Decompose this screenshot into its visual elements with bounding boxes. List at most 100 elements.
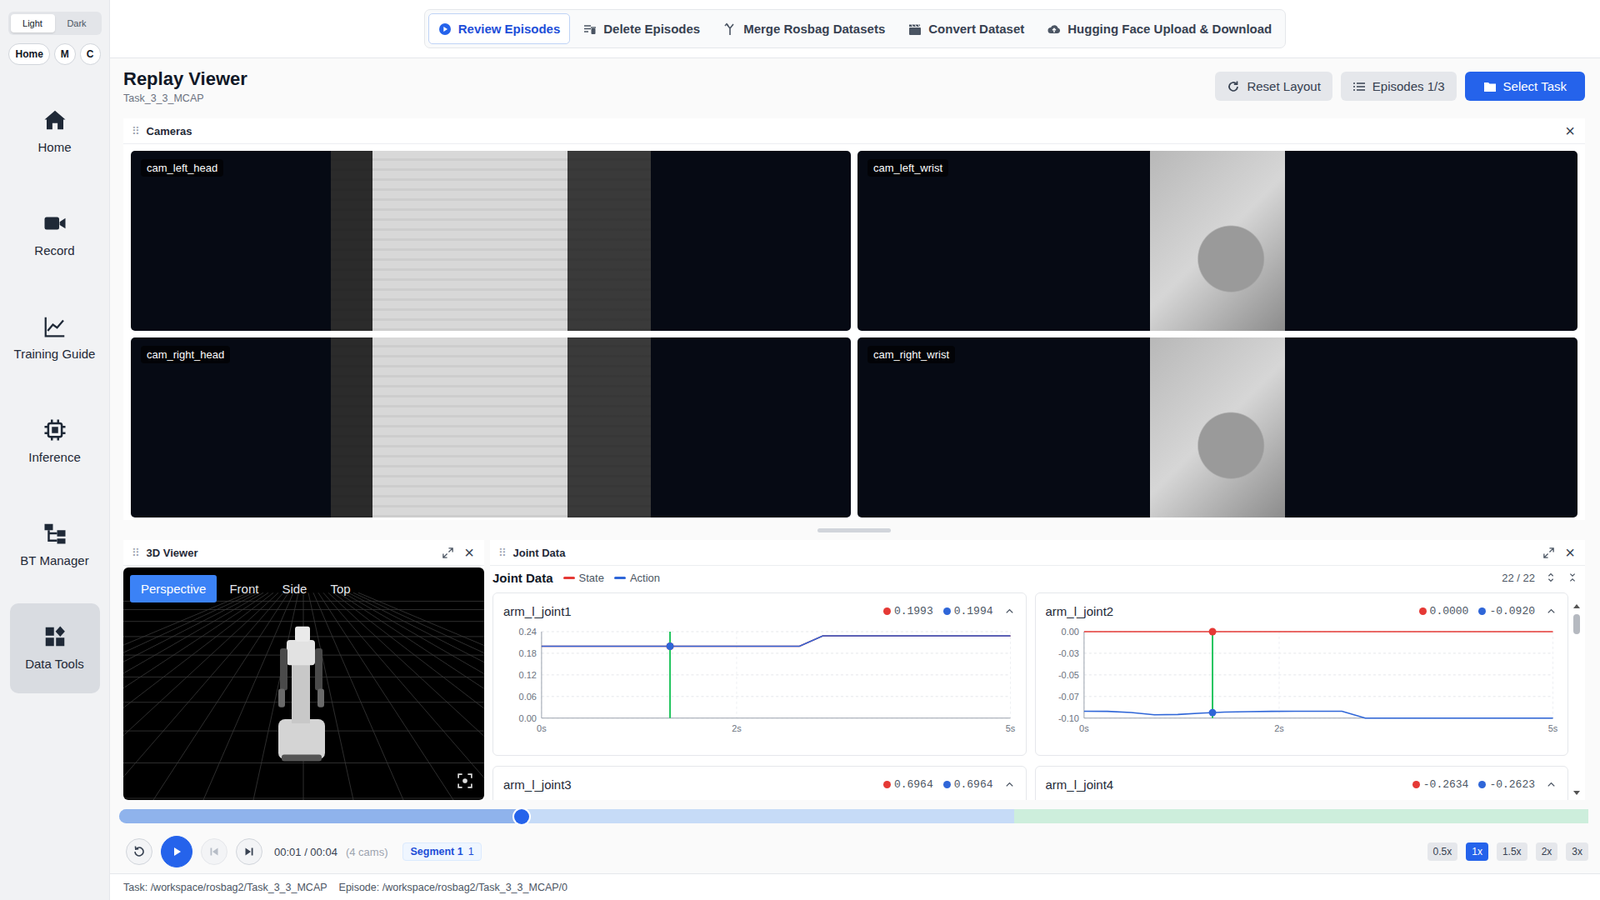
- speed-button[interactable]: 3x: [1565, 842, 1589, 861]
- page-subtitle: Task_3_3_MCAP: [123, 92, 248, 105]
- fit-view-icon[interactable]: [457, 773, 473, 789]
- page-title: Replay Viewer: [123, 68, 248, 90]
- playback-button[interactable]: [200, 838, 228, 865]
- 3d-scene[interactable]: PerspectiveFrontSideTop: [123, 567, 485, 800]
- drag-handle-icon[interactable]: ⠿: [498, 546, 507, 560]
- speed-button[interactable]: 2x: [1535, 842, 1559, 861]
- theme-option[interactable]: Dark: [55, 14, 100, 33]
- speed-button[interactable]: 1x: [1465, 842, 1489, 861]
- svg-text:0.00: 0.00: [1060, 626, 1079, 637]
- joint-chart-list: arm_l_joint1 0.1993 0.1994 0.240.180.120…: [490, 589, 1585, 800]
- sidebar: LightDark HomeMC Home Record Training Gu…: [0, 0, 110, 900]
- resize-handle[interactable]: [123, 520, 1585, 540]
- tab[interactable]: Convert Dataset: [898, 13, 1035, 45]
- chevron-up-icon[interactable]: [1545, 605, 1558, 618]
- tree-icon: [42, 520, 68, 546]
- timeline-thumb[interactable]: [514, 809, 530, 825]
- playback-button[interactable]: [125, 838, 153, 865]
- svg-text:5s: 5s: [1547, 723, 1558, 734]
- timeline-progress: [119, 809, 522, 824]
- sidebar-nav: Home Record Training Guide Inference BT …: [10, 86, 100, 694]
- playback-button[interactable]: [160, 835, 193, 868]
- sidebar-item[interactable]: Training Guide: [10, 293, 100, 384]
- tab[interactable]: Merge Rosbag Datasets: [713, 13, 895, 45]
- svg-text:-0.07: -0.07: [1057, 691, 1079, 702]
- robot-model: [278, 626, 325, 762]
- chevron-up-icon[interactable]: [1003, 605, 1016, 618]
- camera-feed: cam_right_head: [130, 337, 851, 518]
- svg-text:-0.05: -0.05: [1057, 670, 1079, 680]
- quick-button[interactable]: M: [54, 43, 76, 65]
- page-header: Replay Viewer Task_3_3_MCAP Reset Layout…: [123, 58, 1585, 119]
- speed-button[interactable]: 0.5x: [1427, 842, 1459, 861]
- svg-text:-0.10: -0.10: [1057, 713, 1079, 724]
- close-button[interactable]: ×: [1561, 122, 1579, 140]
- data-tools-icon: [42, 624, 68, 650]
- content: Replay Viewer Task_3_3_MCAP Reset Layout…: [110, 58, 1600, 800]
- speed-button[interactable]: 1.5x: [1496, 842, 1528, 861]
- view-tab[interactable]: Front: [218, 575, 270, 603]
- joint-chart-header[interactable]: arm_l_joint1 0.1993 0.1994: [493, 593, 1026, 625]
- camera-label: cam_right_wrist: [867, 345, 955, 364]
- joint-data-panel: ⠿ Joint Data × Joint Data StateAction 22…: [490, 540, 1585, 800]
- expand-icon[interactable]: [441, 546, 455, 560]
- view-tab[interactable]: Perspective: [130, 575, 217, 603]
- joint-count: 22 / 22: [1501, 571, 1535, 585]
- sidebar-item[interactable]: Inference: [10, 396, 100, 487]
- drag-handle-icon[interactable]: ⠿: [131, 125, 140, 138]
- timeline[interactable]: [119, 809, 1589, 824]
- joint-chart-header[interactable]: arm_l_joint4 -0.2634 -0.2623: [1035, 766, 1569, 799]
- status-text: Task: /workspace/rosbag2/Task_3_3_MCAP: [123, 881, 328, 894]
- playback-time: 00:01 / 00:04: [274, 845, 338, 859]
- svg-text:0s: 0s: [536, 723, 547, 734]
- tab-group: Review Episodes Delete Episodes Merge Ro…: [424, 9, 1287, 49]
- legend-item: Action: [614, 571, 660, 585]
- camera-feed: cam_left_head: [130, 150, 851, 331]
- view-tabs: PerspectiveFrontSideTop: [123, 567, 485, 610]
- joint-data-toolbar: Joint Data StateAction 22 / 22: [490, 565, 1585, 590]
- expand-icon[interactable]: [1542, 546, 1555, 560]
- quick-buttons: HomeMC: [8, 43, 100, 65]
- sidebar-item[interactable]: Home: [10, 86, 100, 177]
- theme-toggle: LightDark: [8, 11, 102, 35]
- cameras-panel: ⠿ Cameras × cam_left_head cam_left_wrist…: [123, 118, 1585, 520]
- joint-chart-header[interactable]: arm_l_joint2 0.0000 -0.0920: [1035, 593, 1569, 625]
- quick-button[interactable]: Home: [8, 43, 50, 65]
- tab[interactable]: Hugging Face Upload & Download: [1037, 13, 1282, 45]
- theme-option[interactable]: Light: [10, 14, 55, 33]
- tab[interactable]: Review Episodes: [428, 13, 571, 45]
- svg-text:2s: 2s: [731, 723, 742, 734]
- view-tab[interactable]: Side: [270, 575, 318, 603]
- sidebar-item[interactable]: BT Manager: [10, 500, 100, 590]
- close-button[interactable]: ×: [460, 544, 478, 561]
- collapse-all-icon[interactable]: [1566, 571, 1579, 584]
- header-button[interactable]: Select Task: [1465, 71, 1585, 101]
- header-button[interactable]: Reset Layout: [1215, 71, 1332, 101]
- joint-chart-header[interactable]: arm_l_joint3 0.6964 0.6964: [493, 766, 1026, 799]
- state-reading: 0.1993: [883, 605, 934, 618]
- close-button[interactable]: ×: [1561, 544, 1579, 561]
- panel-header: ⠿ 3D Viewer ×: [123, 540, 485, 566]
- scrollbar[interactable]: [1571, 592, 1582, 800]
- sidebar-item[interactable]: Record: [10, 190, 100, 280]
- chevron-up-icon[interactable]: [1545, 778, 1558, 791]
- sidebar-item[interactable]: Data Tools: [10, 603, 100, 694]
- camera-grid: cam_left_head cam_left_wrist cam_right_h…: [123, 144, 1585, 525]
- status-bar: Task: /workspace/rosbag2/Task_3_3_MCAPEp…: [110, 873, 1600, 900]
- viewer-3d-panel: ⠿ 3D Viewer × PerspectiveFrontSideTop: [123, 540, 485, 800]
- line-chart: 0.240.180.120.060.000s2s5s: [493, 625, 1026, 750]
- panel-header: ⠿ Cameras ×: [123, 118, 1585, 145]
- playback-button[interactable]: [235, 838, 263, 865]
- header-button[interactable]: Episodes 1/3: [1340, 71, 1457, 101]
- panel-header: ⠿ Joint Data ×: [490, 540, 1585, 566]
- drag-handle-icon[interactable]: ⠿: [131, 546, 140, 560]
- reset-icon: [1226, 80, 1240, 94]
- view-tab[interactable]: Top: [319, 575, 361, 603]
- sort-icon[interactable]: [1545, 571, 1557, 584]
- state-reading: 0.6964: [883, 778, 934, 791]
- camera-count: (4 cams): [345, 845, 389, 859]
- tab[interactable]: Delete Episodes: [573, 13, 710, 45]
- quick-button[interactable]: C: [80, 43, 101, 65]
- chevron-up-icon[interactable]: [1003, 778, 1016, 791]
- playback-controls: 00:01 / 00:04 (4 cams) Segment 11 0.5x1x…: [119, 835, 1589, 868]
